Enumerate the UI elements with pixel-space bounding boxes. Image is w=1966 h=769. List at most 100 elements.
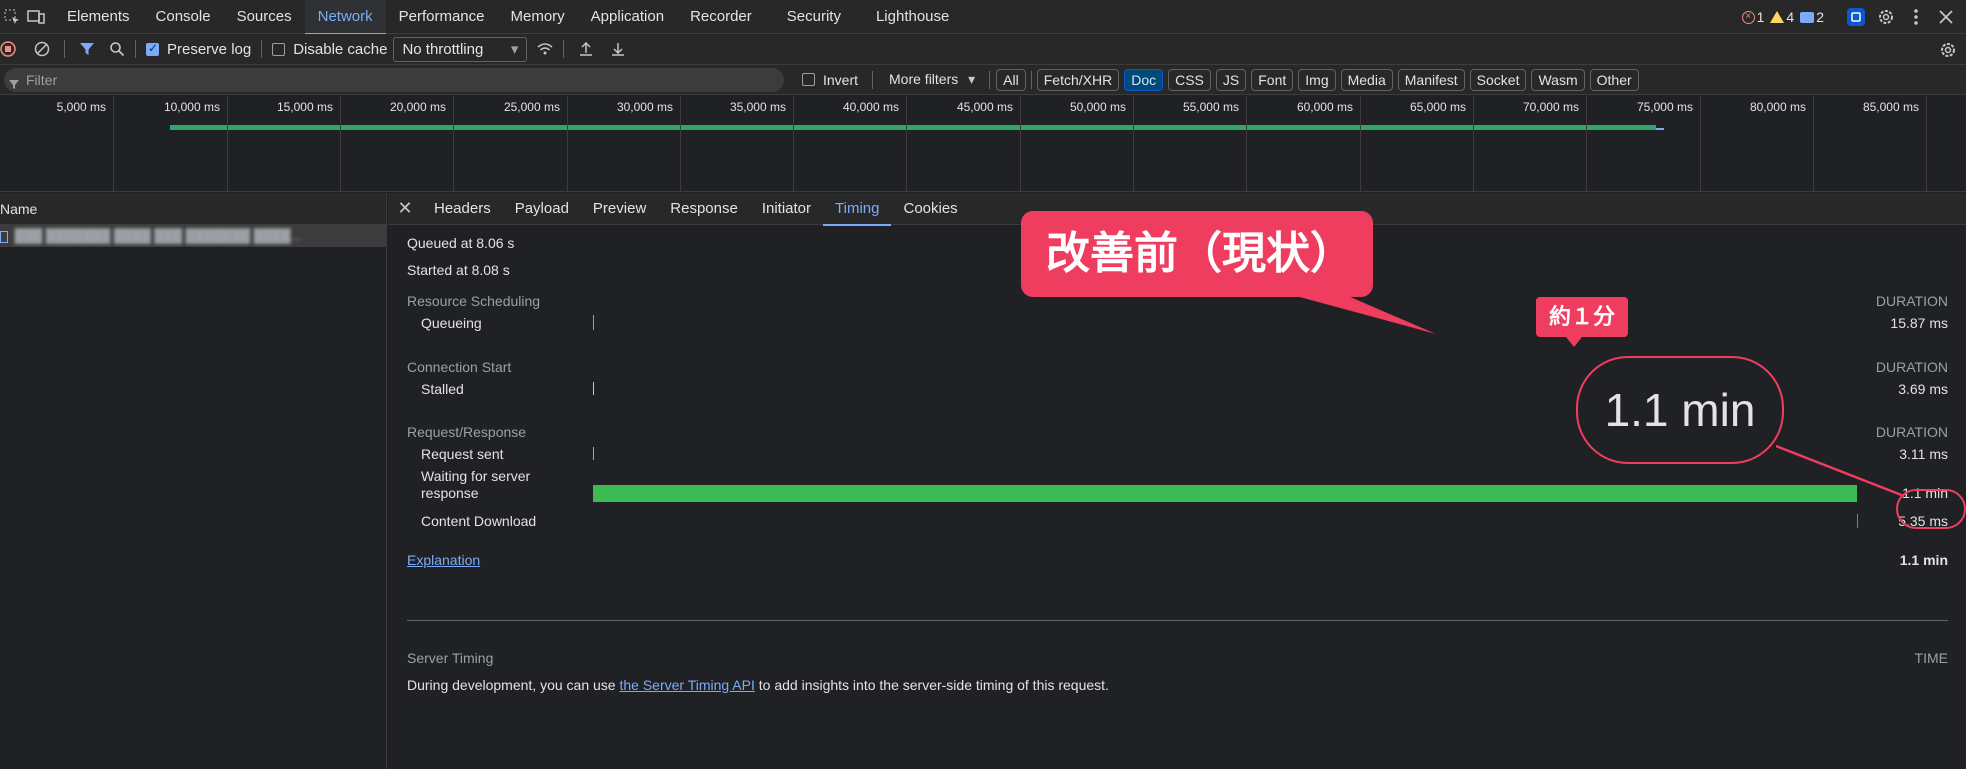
- content-download-bar: [1857, 514, 1858, 528]
- warning-icon: [1770, 11, 1785, 23]
- duration-heading: DURATION: [1875, 424, 1948, 440]
- tab-response[interactable]: Response: [658, 193, 750, 225]
- request-name: ███ ███████ ████ ███ ███████ ████...: [14, 228, 302, 243]
- throttling-select[interactable]: No throttling: [393, 36, 528, 62]
- type-filter-manifest[interactable]: Manifest: [1397, 68, 1465, 91]
- stalled-label: Stalled: [421, 381, 464, 397]
- tab-timing[interactable]: Timing: [823, 193, 892, 226]
- server-timing-text: During development, you can use the Serv…: [407, 677, 1109, 693]
- inspect-element-icon[interactable]: [0, 5, 24, 29]
- filter-icon[interactable]: [75, 37, 99, 61]
- annotation-note: 約１分: [1536, 297, 1628, 347]
- tab-lighthouse[interactable]: Lighthouse: [863, 0, 962, 34]
- search-icon[interactable]: [105, 37, 129, 61]
- tab-console[interactable]: Console: [143, 0, 224, 34]
- overview-gridline: [113, 96, 114, 192]
- server-timing-api-link[interactable]: the Server Timing API: [619, 677, 754, 693]
- overview-tick-label: 75,000 ms: [1636, 100, 1693, 114]
- overview-gridline: [340, 96, 341, 192]
- overview-tick-label: 20,000 ms: [389, 100, 446, 114]
- queueing-bar: [593, 315, 594, 330]
- devtools-tab-bar: Elements Console Sources Network Perform…: [0, 0, 1966, 35]
- type-filter-other[interactable]: Other: [1589, 68, 1639, 91]
- tab-cookies[interactable]: Cookies: [891, 193, 969, 225]
- preserve-log-label: Preserve log: [167, 40, 252, 58]
- device-toolbar-icon[interactable]: [24, 5, 48, 29]
- filter-bar: Filter Invert More filters ▾ All Fetch/X…: [0, 65, 1966, 95]
- filter-divider: [872, 70, 874, 89]
- overview-gridline: [1246, 96, 1247, 192]
- request-list: Name ███ ███████ ████ ███ ███████ ████..…: [0, 193, 387, 769]
- waiting-label: Waiting for server response: [421, 468, 531, 501]
- overview-request-bar: [170, 125, 1656, 130]
- annotation-connector-line: [1776, 444, 1905, 498]
- overview-gridline: [1926, 96, 1927, 192]
- overview-tick-label: 40,000 ms: [842, 100, 899, 114]
- overview-tick-label: 25,000 ms: [503, 100, 560, 114]
- tab-performance[interactable]: Performance: [386, 0, 498, 34]
- more-options-icon[interactable]: [1904, 5, 1928, 29]
- tab-memory[interactable]: Memory: [498, 0, 578, 34]
- network-conditions-icon[interactable]: [533, 37, 557, 61]
- tab-initiator[interactable]: Initiator: [750, 193, 823, 225]
- network-settings-icon[interactable]: [1936, 38, 1960, 62]
- invert-label: Invert: [823, 71, 859, 88]
- export-har-icon[interactable]: [606, 37, 630, 61]
- toolbar-divider: [135, 40, 136, 58]
- tab-application[interactable]: Application: [578, 0, 677, 34]
- overview-tick-label: 5,000 ms: [56, 100, 106, 114]
- type-filter-fetch-xhr[interactable]: Fetch/XHR: [1036, 68, 1120, 91]
- type-filter-media[interactable]: Media: [1340, 68, 1393, 91]
- toolbar-divider: [64, 40, 65, 58]
- section-divider: [407, 620, 1948, 621]
- chevron-down-icon: ▾: [968, 71, 976, 87]
- type-filter-font[interactable]: Font: [1251, 68, 1294, 91]
- overview-gridline: [1473, 96, 1474, 192]
- close-detail-icon[interactable]: ✕: [388, 198, 422, 219]
- ai-assistance-icon[interactable]: [1844, 5, 1868, 29]
- name-column-header[interactable]: Name: [0, 193, 386, 225]
- type-filter-doc[interactable]: Doc: [1124, 68, 1164, 91]
- explanation-link[interactable]: Explanation: [407, 552, 480, 568]
- clear-icon[interactable]: [30, 37, 54, 61]
- import-har-icon[interactable]: [574, 37, 598, 61]
- type-filter-css[interactable]: CSS: [1168, 68, 1211, 91]
- overview-tick-label: 85,000 ms: [1862, 100, 1919, 114]
- tab-headers[interactable]: Headers: [422, 193, 503, 225]
- overview-gridline: [567, 96, 568, 192]
- tab-sources[interactable]: Sources: [224, 0, 305, 34]
- duration-heading: DURATION: [1875, 359, 1948, 375]
- settings-gear-icon[interactable]: [1874, 5, 1898, 29]
- stalled-bar: [593, 382, 594, 395]
- filter-input[interactable]: Filter: [4, 67, 784, 92]
- overview-gridline: [680, 96, 681, 192]
- tab-security[interactable]: Security: [774, 0, 863, 34]
- type-filter-wasm[interactable]: Wasm: [1531, 68, 1585, 91]
- invert-checkbox[interactable]: [802, 73, 815, 86]
- tab-payload[interactable]: Payload: [503, 193, 581, 225]
- type-filter-socket[interactable]: Socket: [1469, 68, 1527, 91]
- annotation-callout-tail: [1296, 290, 1436, 334]
- tab-network[interactable]: Network: [304, 0, 386, 35]
- type-filter-img[interactable]: Img: [1298, 68, 1336, 91]
- message-count-badge[interactable]: 2: [1800, 9, 1824, 25]
- more-filters-dropdown[interactable]: More filters ▾: [889, 71, 975, 88]
- tab-elements[interactable]: Elements: [54, 0, 143, 34]
- warning-count-badge[interactable]: 4: [1770, 9, 1794, 25]
- toolbar-divider: [261, 40, 263, 58]
- filter-funnel-icon: [8, 74, 20, 98]
- error-count-badge[interactable]: × 1: [1741, 9, 1764, 25]
- request-sent-bar: [593, 447, 594, 460]
- type-filter-js[interactable]: JS: [1215, 68, 1247, 91]
- close-devtools-icon[interactable]: [1934, 5, 1958, 29]
- record-stop-icon[interactable]: [0, 41, 16, 57]
- type-filter-all[interactable]: All: [996, 68, 1026, 91]
- preserve-log-checkbox[interactable]: [146, 41, 159, 56]
- request-row[interactable]: ███ ███████ ████ ███ ███████ ████...: [0, 225, 386, 247]
- tab-preview[interactable]: Preview: [581, 193, 658, 225]
- disable-cache-checkbox[interactable]: [272, 42, 286, 56]
- tab-recorder[interactable]: Recorder: [677, 0, 774, 34]
- waiting-bar: [593, 485, 1857, 502]
- filter-divider: [1030, 70, 1032, 89]
- timeline-overview[interactable]: 5,000 ms 10,000 ms 15,000 ms 20,000 ms 25,00…: [0, 96, 1966, 192]
